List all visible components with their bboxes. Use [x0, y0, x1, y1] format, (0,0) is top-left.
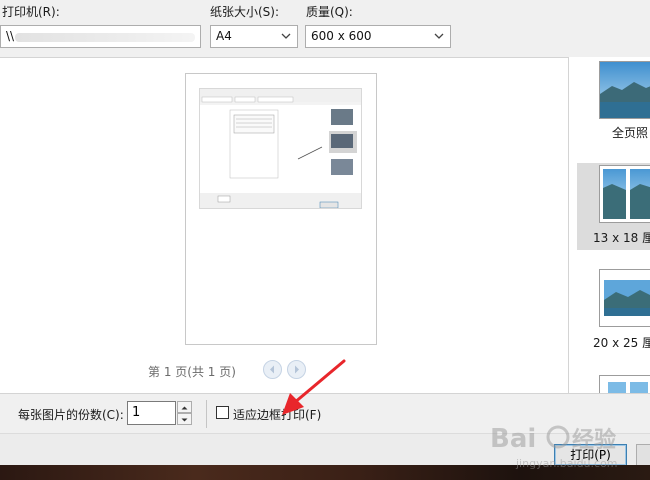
layout-thumbnail	[599, 269, 650, 327]
layout-label: 20 x 25 厘	[593, 336, 650, 350]
chevron-down-icon	[281, 33, 291, 39]
page-indicator: 第 1 页(共 1 页)	[148, 365, 236, 379]
layout-thumbnail	[599, 375, 650, 393]
quality-label: 质量(Q):	[306, 5, 353, 19]
layout-label: 13 x 18 厘	[593, 231, 650, 245]
layout-label: 全页照	[612, 126, 649, 140]
paper-size-value: A4	[216, 29, 232, 43]
preview-page	[185, 73, 377, 345]
layout-item-13x18[interactable]: 13 x 18 厘	[577, 163, 650, 250]
options-divider	[206, 400, 207, 428]
fit-frame-checkbox[interactable]	[216, 406, 229, 419]
red-arrow-annotation	[282, 359, 346, 415]
spin-down-icon	[181, 418, 188, 422]
print-button[interactable]: 打印(P)	[554, 444, 627, 466]
copies-label: 每张图片的份数(C):	[18, 408, 124, 422]
printer-value: \\	[6, 29, 15, 43]
printer-name-blurred	[15, 33, 195, 42]
layout-item-20x25[interactable]: 20 x 25 厘	[577, 263, 650, 358]
printer-select[interactable]: \\	[0, 25, 201, 48]
spin-down-button[interactable]	[177, 413, 192, 425]
quality-value: 600 x 600	[311, 29, 372, 43]
print-settings-header: 打印机(R): \\ 纸张大小(S): A4 质量(Q): 600 x 600	[0, 0, 650, 57]
paper-size-select[interactable]: A4	[210, 25, 298, 48]
copies-spinner[interactable]	[177, 401, 192, 425]
layout-item-partial[interactable]	[577, 371, 650, 393]
preview-image	[199, 88, 362, 209]
layout-sidebar[interactable]: 全页照 13 x 18 厘 20 x 25 厘	[568, 57, 650, 393]
cancel-button[interactable]	[636, 444, 650, 466]
printer-label: 打印机(R):	[2, 5, 60, 19]
layout-thumbnail	[599, 165, 650, 223]
copies-input[interactable]: 1	[127, 401, 176, 425]
layout-thumbnail	[599, 61, 650, 119]
layout-item-full-page[interactable]: 全页照	[577, 57, 650, 149]
print-preview-area: 第 1 页(共 1 页)	[0, 57, 568, 393]
spin-up-icon	[181, 406, 188, 410]
quality-select[interactable]: 600 x 600	[305, 25, 451, 48]
background-strip	[0, 465, 650, 480]
spin-up-button[interactable]	[177, 401, 192, 413]
copies-value: 1	[132, 405, 141, 420]
paper-size-label: 纸张大小(S):	[210, 5, 280, 19]
chevron-down-icon	[434, 33, 444, 39]
